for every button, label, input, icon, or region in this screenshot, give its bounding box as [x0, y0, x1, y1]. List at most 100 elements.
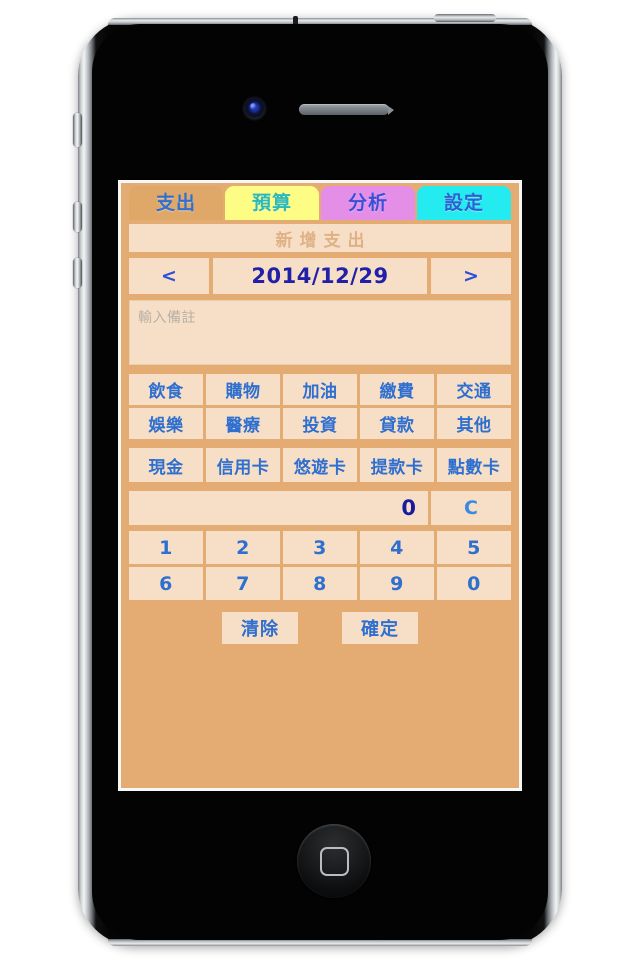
home-button[interactable] — [297, 824, 371, 898]
category-other-label: 其他 — [456, 416, 492, 436]
page-title: 新增支出 — [129, 224, 511, 252]
key-0-label: 0 — [467, 572, 481, 595]
category-other[interactable]: 其他 — [437, 408, 511, 439]
payment-method-grid: 現金 信用卡 悠遊卡 提款卡 點數卡 — [129, 448, 511, 482]
volume-up-button[interactable] — [73, 202, 82, 232]
category-investment-label: 投資 — [302, 416, 338, 436]
category-shopping[interactable]: 購物 — [206, 374, 280, 405]
payment-points-card[interactable]: 點數卡 — [437, 448, 511, 482]
category-row-2: 娛樂 醫療 投資 貸款 其他 — [129, 408, 511, 439]
payment-debit-card-label: 提款卡 — [370, 457, 424, 478]
key-1-label: 1 — [159, 536, 173, 559]
amount-display-row: 0 C — [129, 491, 511, 525]
silent-switch[interactable] — [73, 113, 82, 147]
confirm-button-label: 確定 — [361, 619, 399, 640]
key-0[interactable]: 0 — [437, 567, 511, 600]
bottom-spacer — [129, 644, 511, 788]
tab-budget[interactable]: 預算 — [225, 186, 319, 220]
date-next-label: > — [463, 265, 479, 287]
category-medical-label: 醫療 — [225, 416, 261, 436]
payment-cash-label: 現金 — [148, 457, 184, 478]
numeric-keypad: 1 2 3 4 5 6 7 8 9 0 — [129, 531, 511, 600]
key-8[interactable]: 8 — [283, 567, 357, 600]
category-entertainment-label: 娛樂 — [148, 416, 184, 436]
date-next-button[interactable]: > — [431, 258, 511, 294]
category-food[interactable]: 飲食 — [129, 374, 203, 405]
payment-credit-card-label: 信用卡 — [216, 457, 270, 478]
keypad-row-1: 1 2 3 4 5 — [129, 531, 511, 564]
payment-easycard[interactable]: 悠遊卡 — [283, 448, 357, 482]
category-transport-label: 交通 — [456, 382, 492, 402]
phone-rim-bottom — [108, 939, 532, 946]
amount-display[interactable]: 0 — [129, 491, 428, 525]
key-3[interactable]: 3 — [283, 531, 357, 564]
category-bills-label: 繳費 — [379, 382, 415, 402]
key-9[interactable]: 9 — [360, 567, 434, 600]
date-value-label: 2014/12/29 — [251, 264, 389, 288]
front-camera-icon — [244, 98, 265, 119]
power-button[interactable] — [434, 14, 496, 22]
key-1[interactable]: 1 — [129, 531, 203, 564]
payment-debit-card[interactable]: 提款卡 — [360, 448, 434, 482]
category-grid: 飲食 購物 加油 繳費 交通 娛樂 醫療 投資 貸款 其他 — [129, 374, 511, 439]
tab-analysis-label: 分析 — [347, 191, 388, 214]
action-button-row: 清除 確定 — [129, 612, 511, 644]
date-value[interactable]: 2014/12/29 — [213, 258, 427, 294]
key-5[interactable]: 5 — [437, 531, 511, 564]
volume-down-button[interactable] — [73, 258, 82, 288]
category-medical[interactable]: 醫療 — [206, 408, 280, 439]
payment-credit-card[interactable]: 信用卡 — [206, 448, 280, 482]
key-4[interactable]: 4 — [360, 531, 434, 564]
key-4-label: 4 — [390, 536, 404, 559]
payment-row: 現金 信用卡 悠遊卡 提款卡 點數卡 — [129, 448, 511, 482]
key-6[interactable]: 6 — [129, 567, 203, 600]
tab-settings[interactable]: 設定 — [417, 186, 511, 220]
payment-easycard-label: 悠遊卡 — [293, 457, 347, 478]
page-title-label: 新增支出 — [275, 230, 372, 251]
date-prev-label: < — [161, 265, 177, 287]
category-fuel-label: 加油 — [302, 382, 338, 402]
clear-button-label: 清除 — [241, 619, 279, 640]
key-8-label: 8 — [313, 572, 327, 595]
category-entertainment[interactable]: 娛樂 — [129, 408, 203, 439]
tab-settings-label: 設定 — [443, 191, 484, 214]
key-7[interactable]: 7 — [206, 567, 280, 600]
payment-points-card-label: 點數卡 — [447, 457, 501, 478]
tab-analysis[interactable]: 分析 — [321, 186, 415, 220]
tab-expense[interactable]: 支出 — [129, 186, 223, 220]
key-5-label: 5 — [467, 536, 481, 559]
note-input[interactable]: 輸入備註 — [129, 300, 511, 365]
earpiece-speaker-icon — [299, 104, 394, 115]
amount-clear-key-label: C — [464, 497, 478, 519]
phone-screen: 支出 預算 分析 設定 新增支出 < 2 0 14/12/29 > 輸入備註 飲食 … — [118, 180, 522, 791]
key-6-label: 6 — [159, 572, 173, 595]
category-bills[interactable]: 繳費 — [360, 374, 434, 405]
key-9-label: 9 — [390, 572, 404, 595]
tab-expense-label: 支出 — [155, 191, 196, 214]
category-transport[interactable]: 交通 — [437, 374, 511, 405]
keypad-row-2: 6 7 8 9 0 — [129, 567, 511, 600]
category-loan[interactable]: 貸款 — [360, 408, 434, 439]
category-row-1: 飲食 購物 加油 繳費 交通 — [129, 374, 511, 405]
amount-value: 0 — [401, 496, 416, 520]
key-7-label: 7 — [236, 572, 250, 595]
screenshot-root: 支出 預算 分析 設定 新增支出 < 2 0 14/12/29 > 輸入備註 飲食 … — [0, 0, 640, 960]
category-shopping-label: 購物 — [225, 382, 261, 402]
key-3-label: 3 — [313, 536, 327, 559]
tab-bar: 支出 預算 分析 設定 — [129, 186, 511, 220]
category-fuel[interactable]: 加油 — [283, 374, 357, 405]
home-square-icon — [319, 846, 349, 876]
date-prev-button[interactable]: < — [129, 258, 209, 294]
key-2[interactable]: 2 — [206, 531, 280, 564]
clear-button[interactable]: 清除 — [222, 612, 298, 644]
category-food-label: 飲食 — [148, 382, 184, 402]
payment-cash[interactable]: 現金 — [129, 448, 203, 482]
key-2-label: 2 — [236, 536, 250, 559]
category-loan-label: 貸款 — [379, 416, 415, 436]
amount-clear-key[interactable]: C — [431, 491, 511, 525]
tab-budget-label: 預算 — [251, 191, 292, 214]
date-selector: < 2014/12/29 > — [129, 258, 511, 294]
confirm-button[interactable]: 確定 — [342, 612, 418, 644]
category-investment[interactable]: 投資 — [283, 408, 357, 439]
expense-app: 支出 預算 分析 設定 新增支出 < 2 0 14/12/29 > 輸入備註 飲食 … — [121, 183, 519, 788]
